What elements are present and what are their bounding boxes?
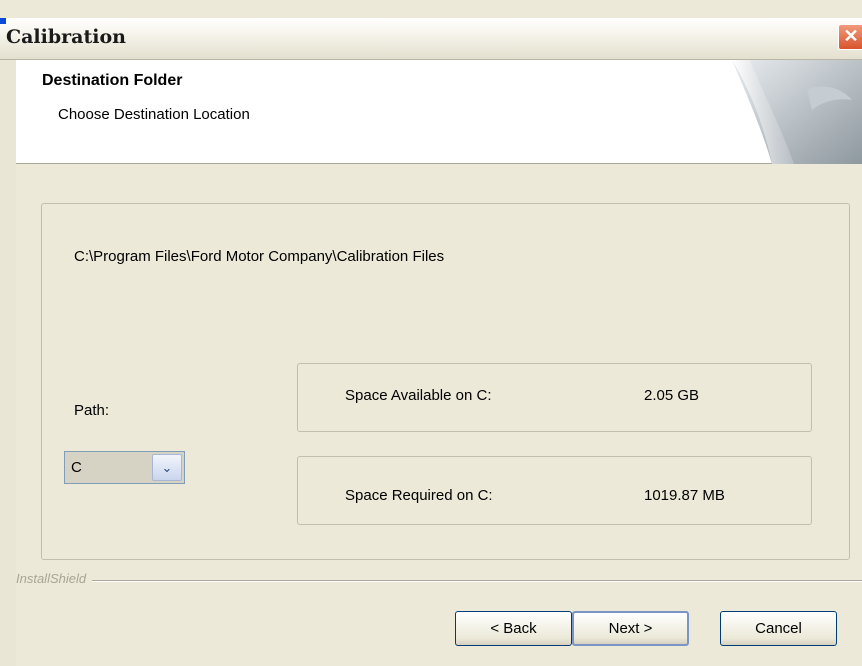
page-subtitle: Choose Destination Location (58, 106, 250, 123)
installshield-brand: InstallShield (16, 571, 93, 586)
close-icon: ✕ (843, 26, 859, 46)
path-label: Path: (74, 402, 110, 419)
next-button[interactable]: Next > (572, 611, 689, 646)
wizard-header: Destination Folder Choose Destination Lo… (16, 60, 862, 164)
window-left-edge (0, 60, 16, 666)
footer-separator (16, 580, 862, 582)
page-curl-graphic (732, 60, 862, 164)
space-available-box: Space Available on C: 2.05 GB (297, 363, 812, 432)
page-title: Destination Folder (42, 72, 183, 89)
window-title: Calibration (6, 26, 126, 48)
drive-select-value: C (71, 459, 82, 476)
back-button[interactable]: < Back (455, 611, 572, 646)
drive-select[interactable]: C ⌄ (64, 451, 185, 484)
space-required-label: Space Required on C: (345, 487, 493, 504)
close-button[interactable]: ✕ (838, 24, 862, 50)
dropdown-arrow-button[interactable]: ⌄ (152, 454, 182, 481)
destination-path-text: C:\Program Files\Ford Motor Company\Cali… (74, 248, 445, 265)
cancel-button[interactable]: Cancel (720, 611, 837, 646)
chevron-down-icon: ⌄ (161, 460, 173, 475)
space-available-label: Space Available on C: (345, 387, 492, 404)
space-available-value: 2.05 GB (644, 387, 700, 404)
title-bar[interactable]: Calibration ✕ (0, 18, 862, 60)
space-required-value: 1019.87 MB (644, 487, 725, 504)
space-required-box: Space Required on C: 1019.87 MB (297, 456, 812, 525)
title-bar-accent (0, 18, 6, 24)
